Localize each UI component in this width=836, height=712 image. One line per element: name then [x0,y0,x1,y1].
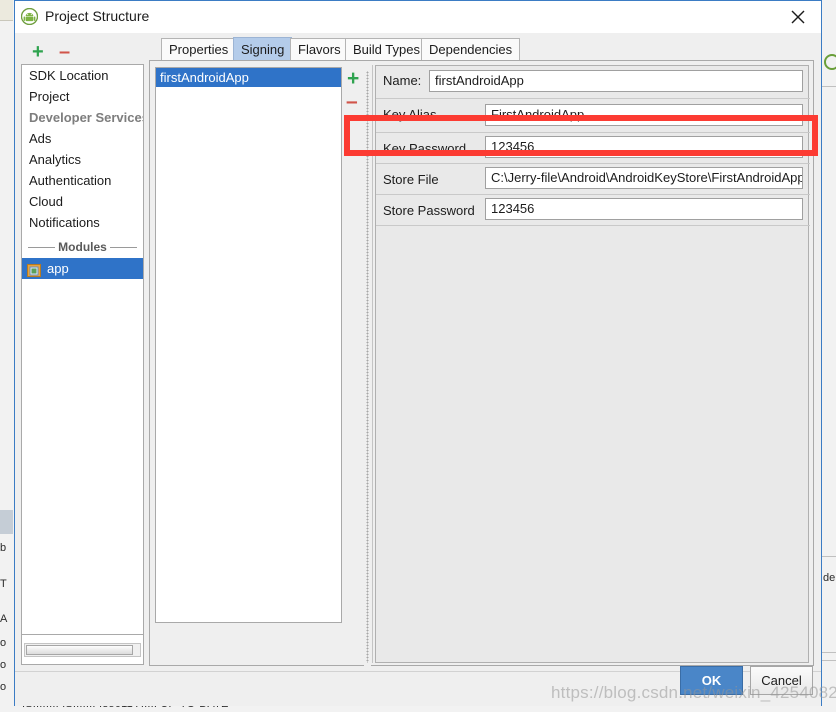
sidebar-item-ads[interactable]: Ads [22,128,143,149]
tab-flavors[interactable]: Flavors [290,38,349,60]
screenshot-root: b T A o o o de :S........ :S....... :850… [0,0,836,712]
label-store-file: Store File [383,172,439,187]
ok-button[interactable]: OK [680,666,743,695]
label-key-alias: Key Alias [383,107,437,122]
background-right-divider-2 [822,556,836,557]
tab-properties[interactable]: Properties [161,38,237,60]
dialog-body: + – SDK Location Project Developer Servi… [15,33,821,706]
field-row-store-file: Store File C:\Jerry-file\Android\Android… [376,164,810,196]
panel-divider [372,65,373,663]
panel-splitter[interactable] [364,67,371,667]
close-icon[interactable] [775,1,821,32]
sidebar-item-notifications[interactable]: Notifications [22,212,143,233]
background-right-divider-3 [822,652,836,653]
category-hscrollbar-track[interactable] [24,643,141,657]
field-row-store-password: Store Password 123456 [376,195,810,227]
signing-config-list: firstAndroidApp [155,67,342,623]
signing-panel: firstAndroidApp + – Name: firstAndroidAp… [149,60,814,667]
background-left-gutter [0,0,15,712]
background-left-letter-1: T [0,578,7,590]
background-left-letter-4: o [0,659,7,671]
background-android-icon [824,54,836,70]
label-store-password: Store Password [383,203,475,218]
tab-bar: Properties Signing Flavors Build Types D… [149,37,814,61]
store-password-input[interactable]: 123456 [485,198,803,220]
store-file-input[interactable]: C:\Jerry-file\Android\AndroidKeyStore\Fi… [485,167,803,189]
background-right-divider-4 [822,660,836,661]
signing-config-item[interactable]: firstAndroidApp [156,68,341,87]
background-right-gutter [822,0,836,712]
name-input[interactable]: firstAndroidApp [429,70,803,92]
sidebar-item-cloud[interactable]: Cloud [22,191,143,212]
label-name: Name: [383,73,422,88]
background-right-letter-0: de [823,572,836,584]
field-row-name: Name: firstAndroidApp [376,65,810,97]
tab-signing[interactable]: Signing [233,37,293,61]
category-hscrollbar-thumb[interactable] [26,645,133,655]
sidebar-item-sdk-location[interactable]: SDK Location [22,65,143,86]
sidebar-item-app-label: app [47,261,69,276]
background-left-tab [0,0,13,21]
category-list-scroll-area [21,635,144,665]
cancel-button[interactable]: Cancel [750,666,813,695]
project-structure-dialog: Project Structure + – SDK Location Proje… [14,0,822,706]
key-password-input[interactable]: 123456 [485,136,803,158]
background-left-letter-2: A [0,613,8,625]
dialog-titlebar: Project Structure [15,1,821,33]
key-alias-input[interactable]: FirstAndroidApp [485,104,803,126]
row-divider-5 [376,225,810,226]
android-robot-icon [20,7,39,26]
tab-build-types[interactable]: Build Types [345,38,428,60]
sidebar-header-developer-services: Developer Services [29,110,144,125]
sidebar-separator-modules: Modules [22,236,143,258]
add-module-button[interactable]: + [32,42,44,62]
module-icon [27,262,41,277]
dialog-title: Project Structure [45,8,150,24]
sidebar-item-authentication[interactable]: Authentication [22,170,143,191]
signing-detail-form: Name: firstAndroidApp Key Alias FirstAnd… [375,65,810,663]
background-left-letter-5: o [0,681,7,693]
background-right-divider-1 [822,86,836,87]
tab-dependencies[interactable]: Dependencies [421,38,521,60]
remove-signing-config-button[interactable]: – [346,91,358,112]
sidebar-item-app[interactable]: app [22,258,143,279]
category-list: SDK Location Project Developer Services … [21,64,144,635]
field-row-key-alias: Key Alias FirstAndroidApp [376,99,810,131]
add-signing-config-button[interactable]: + [347,68,359,89]
sidebar-item-analytics[interactable]: Analytics [22,149,143,170]
splitter-grip-icon [366,71,369,663]
background-left-letter-3: o [0,637,7,649]
background-left-letter-0: b [0,542,7,554]
field-row-key-password: Key Password 123456 [376,133,810,165]
background-left-scrollbar[interactable] [0,510,13,534]
remove-module-button[interactable]: – [59,42,70,62]
sidebar-item-project[interactable]: Project [22,86,143,107]
detail-top-border [375,65,809,66]
label-key-password: Key Password [383,141,467,156]
